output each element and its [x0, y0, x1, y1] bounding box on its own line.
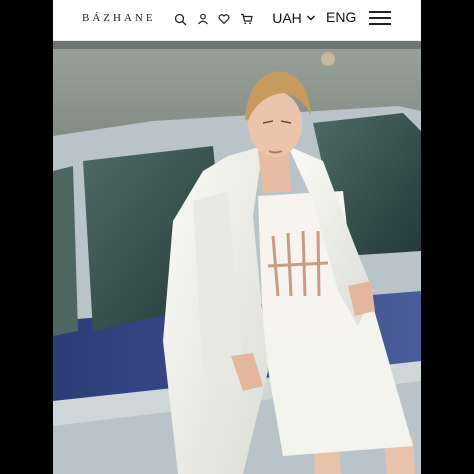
currency-selector[interactable]: UAH — [266, 6, 322, 30]
chevron-down-icon — [306, 15, 315, 21]
menu-icon[interactable] — [369, 10, 391, 26]
search-icon[interactable] — [173, 12, 187, 26]
hero-photo — [53, 41, 421, 474]
cart-icon[interactable] — [239, 12, 253, 26]
hero-illustration — [53, 41, 421, 474]
heart-icon[interactable] — [217, 12, 231, 26]
currency-label: UAH — [272, 10, 302, 26]
user-icon[interactable] — [196, 12, 210, 26]
site-frame: BÁZHANE UAH ENG — [53, 0, 421, 474]
site-header: BÁZHANE UAH ENG — [53, 0, 421, 41]
brand-logo[interactable]: BÁZHANE — [82, 12, 156, 24]
language-switch[interactable]: ENG — [326, 9, 356, 25]
